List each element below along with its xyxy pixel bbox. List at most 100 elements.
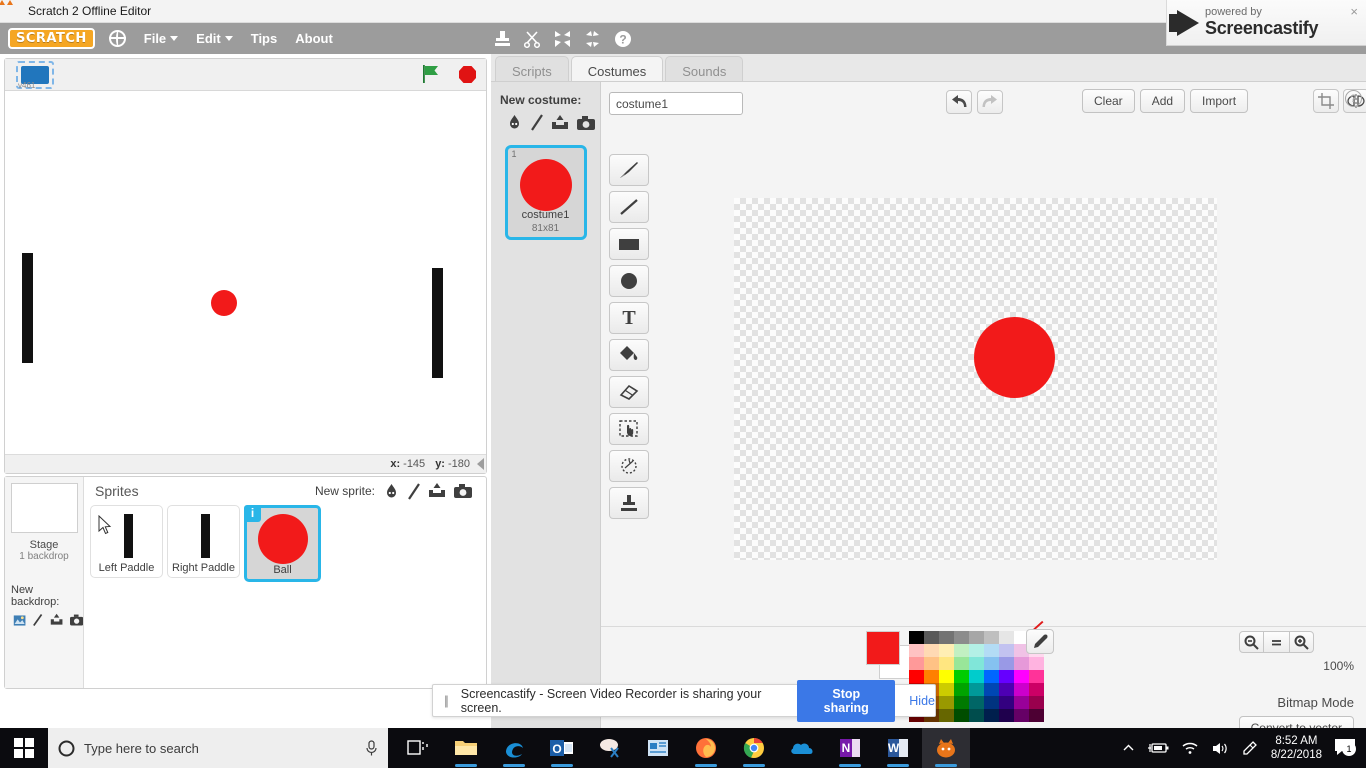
color-swatch[interactable]: [939, 631, 954, 644]
color-swatch[interactable]: [924, 657, 939, 670]
firefox-icon[interactable]: [682, 728, 730, 768]
color-swatch[interactable]: [984, 644, 999, 657]
library-icon[interactable]: [506, 114, 523, 131]
battery-icon[interactable]: [1147, 741, 1169, 755]
color-swatch[interactable]: [1029, 670, 1044, 683]
fill-tool[interactable]: [609, 339, 649, 371]
pen-bluetooth-icon[interactable]: [1241, 740, 1259, 756]
stage-thumbnail[interactable]: [10, 483, 78, 533]
color-swatch[interactable]: [1014, 696, 1029, 709]
task-view-icon[interactable]: [394, 728, 442, 768]
add-button[interactable]: Add: [1139, 89, 1186, 113]
rectangle-tool[interactable]: [609, 228, 649, 260]
color-swatch[interactable]: [939, 670, 954, 683]
text-tool[interactable]: T: [609, 302, 649, 334]
green-flag-icon[interactable]: [420, 63, 441, 85]
pause-icon[interactable]: ||: [444, 693, 449, 708]
camera-icon[interactable]: [454, 484, 472, 498]
color-swatch[interactable]: [969, 709, 984, 722]
color-swatch[interactable]: [984, 696, 999, 709]
windows-start-icon[interactable]: [0, 728, 48, 768]
ellipse-tool[interactable]: [609, 265, 649, 297]
color-swatch[interactable]: [984, 631, 999, 644]
color-swatch[interactable]: [939, 644, 954, 657]
color-swatch[interactable]: [909, 644, 924, 657]
color-swatch[interactable]: [999, 696, 1014, 709]
color-swatch[interactable]: [984, 670, 999, 683]
chrome-icon[interactable]: [730, 728, 778, 768]
paint-canvas-area[interactable]: [661, 137, 1366, 621]
sprite-card-ball[interactable]: i Ball: [244, 505, 321, 582]
paint-canvas[interactable]: [734, 198, 1217, 560]
color-swatch[interactable]: [969, 631, 984, 644]
paint-icon[interactable]: [531, 114, 543, 131]
color-swatch[interactable]: [1029, 696, 1044, 709]
menu-about[interactable]: About: [295, 31, 333, 46]
color-swatch[interactable]: [1014, 657, 1029, 670]
color-swatch[interactable]: [954, 683, 969, 696]
color-swatch[interactable]: [969, 644, 984, 657]
menu-edit[interactable]: Edit: [196, 31, 233, 46]
upload-icon[interactable]: [50, 612, 63, 628]
language-globe-icon[interactable]: [108, 30, 126, 47]
import-button[interactable]: Import: [1190, 89, 1249, 113]
color-swatch[interactable]: [954, 657, 969, 670]
color-swatch[interactable]: [924, 631, 939, 644]
outlook-icon[interactable]: O: [538, 728, 586, 768]
publisher-icon[interactable]: [634, 728, 682, 768]
grow-icon[interactable]: [554, 30, 571, 48]
costume-card-1[interactable]: 1 costume1 81x81: [504, 145, 587, 240]
line-tool[interactable]: [609, 191, 649, 223]
help-icon[interactable]: ?: [614, 30, 632, 48]
library-icon[interactable]: [13, 613, 26, 628]
word-icon[interactable]: W: [874, 728, 922, 768]
color-swatch[interactable]: [969, 657, 984, 670]
scratch-logo[interactable]: SCRATCH: [8, 28, 95, 49]
wifi-icon[interactable]: [1181, 741, 1199, 755]
color-swatch[interactable]: [939, 709, 954, 722]
upload-icon[interactable]: [428, 483, 446, 499]
help-icon[interactable]: ?: [1345, 90, 1362, 107]
edge-icon[interactable]: [490, 728, 538, 768]
color-swatch[interactable]: [984, 683, 999, 696]
collapse-arrow-icon[interactable]: [477, 458, 484, 470]
canvas-ball-shape[interactable]: [974, 317, 1055, 398]
color-swatch[interactable]: [999, 657, 1014, 670]
shrink-icon[interactable]: [584, 30, 601, 48]
search-input[interactable]: Type here to search: [48, 728, 388, 768]
scissors-cut-icon[interactable]: [524, 30, 541, 48]
color-swatch[interactable]: [909, 657, 924, 670]
reshape-tool[interactable]: [609, 450, 649, 482]
color-swatch[interactable]: [999, 631, 1014, 644]
color-swatch[interactable]: [954, 696, 969, 709]
color-swatch[interactable]: [939, 683, 954, 696]
color-swatch[interactable]: [1029, 657, 1044, 670]
sprite-card-right-paddle[interactable]: Right Paddle: [167, 505, 240, 578]
camera-icon[interactable]: [577, 115, 595, 130]
snipping-tool-icon[interactable]: [586, 728, 634, 768]
color-swatch[interactable]: [939, 696, 954, 709]
color-swatch[interactable]: [999, 709, 1014, 722]
crop-icon[interactable]: [1313, 89, 1339, 113]
library-icon[interactable]: [383, 483, 400, 500]
select-tool[interactable]: [609, 413, 649, 445]
zoom-reset-icon[interactable]: [1263, 631, 1289, 653]
color-swatch[interactable]: [999, 683, 1014, 696]
redo-icon[interactable]: [977, 90, 1003, 114]
brush-tool[interactable]: [609, 154, 649, 186]
volume-icon[interactable]: [1211, 741, 1229, 756]
color-swatch[interactable]: [1029, 683, 1044, 696]
action-center-icon[interactable]: 1: [1334, 735, 1360, 761]
stamp-tool[interactable]: [609, 487, 649, 519]
onedrive-icon[interactable]: [778, 728, 826, 768]
color-swatch[interactable]: [924, 670, 939, 683]
microphone-icon[interactable]: [365, 739, 378, 757]
color-swatch[interactable]: [984, 657, 999, 670]
color-swatch[interactable]: [954, 644, 969, 657]
upload-icon[interactable]: [551, 114, 569, 131]
color-swatch[interactable]: [969, 683, 984, 696]
paint-icon[interactable]: [408, 482, 420, 500]
menu-tips[interactable]: Tips: [251, 31, 278, 46]
paint-icon[interactable]: [33, 612, 43, 628]
color-swatch[interactable]: [909, 631, 924, 644]
